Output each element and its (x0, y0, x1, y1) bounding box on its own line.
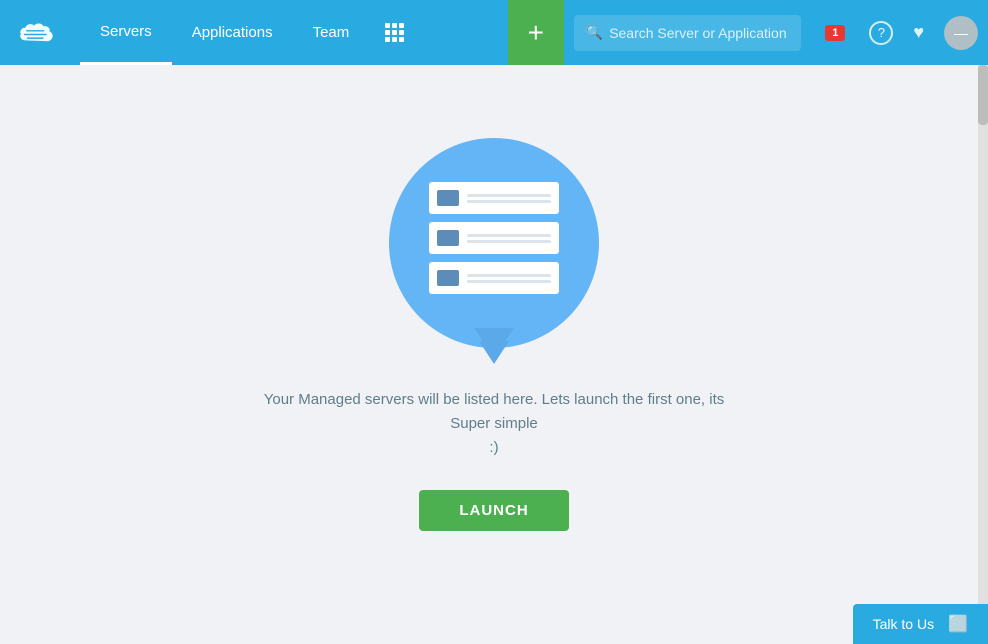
launch-button[interactable]: LAUNCH (419, 490, 568, 531)
user-avatar[interactable]: — (944, 16, 978, 50)
server-row-2 (429, 222, 559, 254)
nav-team[interactable]: Team (293, 0, 370, 65)
nav-links: Servers Applications Team (80, 0, 420, 65)
server-indicator-1 (437, 190, 459, 206)
add-button[interactable]: + (508, 0, 564, 65)
help-button[interactable]: ? (859, 21, 903, 45)
server-row-3 (429, 262, 559, 294)
scrollbar-track (978, 65, 988, 644)
server-lines-1 (467, 194, 551, 203)
heart-icon: ♥ (913, 22, 924, 43)
avatar-initial: — (954, 25, 968, 41)
nav-applications[interactable]: Applications (172, 0, 293, 65)
talk-to-us-button[interactable]: Talk to Us ⬜ (853, 604, 988, 644)
scrollbar-thumb[interactable] (978, 65, 988, 125)
search-input[interactable] (609, 25, 789, 41)
search-icon: 🔍 (586, 24, 603, 41)
talk-to-us-label: Talk to Us (873, 616, 934, 632)
nav-servers[interactable]: Servers (80, 0, 172, 65)
server-indicator-2 (437, 230, 459, 246)
expand-icon: ⬜ (948, 614, 968, 634)
navbar: Servers Applications Team + 🔍 1 ? ♥ — (0, 0, 988, 65)
server-lines-2 (467, 234, 551, 243)
notification-button[interactable]: 1 (815, 25, 855, 41)
server-illustration (389, 138, 599, 348)
main-content: Your Managed servers will be listed here… (0, 65, 988, 644)
search-bar[interactable]: 🔍 (574, 15, 801, 51)
server-indicator-3 (437, 270, 459, 286)
help-icon: ? (869, 21, 893, 45)
favorites-button[interactable]: ♥ (903, 22, 934, 43)
logo[interactable] (10, 0, 70, 65)
notification-badge: 1 (825, 25, 845, 41)
server-stack (429, 182, 559, 294)
server-row-1 (429, 182, 559, 214)
bell-area: 1 (815, 25, 855, 41)
server-lines-3 (467, 274, 551, 283)
empty-state-text: Your Managed servers will be listed here… (244, 388, 744, 460)
grid-icon[interactable] (369, 23, 420, 42)
